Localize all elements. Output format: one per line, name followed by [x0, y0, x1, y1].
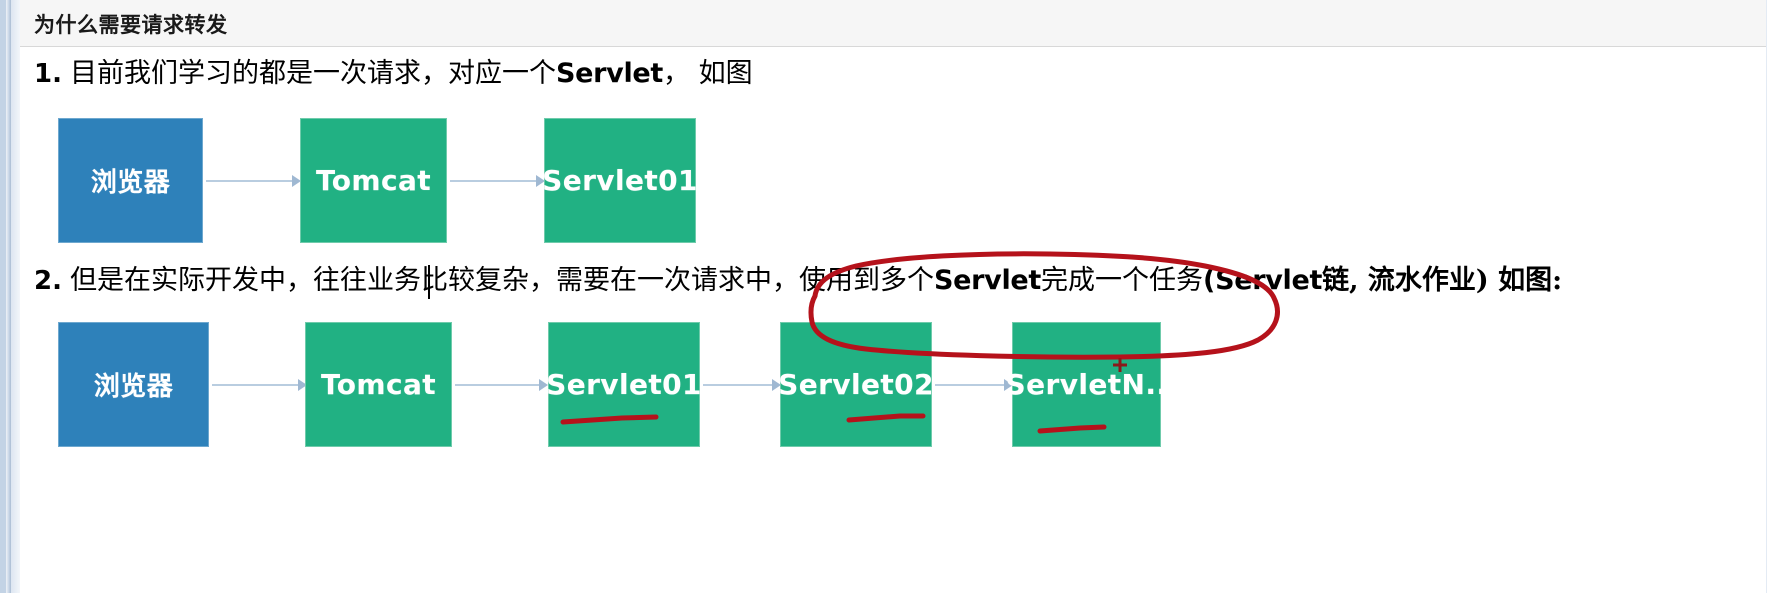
paragraph-2: 2. 但是在实际开发中，往往业务比较复杂，需要在一次请求中，使用到多个Servle…	[34, 265, 1563, 297]
node2-servlet01[interactable]: Servlet01	[546, 322, 702, 447]
node-browser[interactable]: 浏览器	[58, 118, 203, 243]
paragraph-2-text-b: 使用到多个	[798, 265, 934, 296]
diagram-servlet-chain-flow: 浏览器 Tomcat Servlet01 Servlet02 ServletN.…	[20, 312, 1766, 452]
paragraph-2-number: 2.	[34, 266, 62, 296]
node-tomcat[interactable]: Tomcat	[300, 118, 447, 243]
paragraph-2-text-g: 如图:	[1488, 265, 1563, 296]
node-servlet01[interactable]: Servlet01	[542, 118, 698, 243]
node-browser-label: 浏览器	[90, 168, 171, 198]
text-cursor-caret	[428, 265, 430, 299]
connector-tomcat-servlet01	[450, 180, 538, 182]
page-title: 为什么需要请求转发	[34, 13, 228, 37]
section-heading-bar: 为什么需要请求转发	[20, 0, 1766, 47]
paragraph-2-text-e: (Servlet	[1203, 265, 1323, 296]
node2-tomcat[interactable]: Tomcat	[305, 322, 452, 447]
node2-browser[interactable]: 浏览器	[58, 322, 209, 447]
node2-servlet02[interactable]: Servlet02	[778, 322, 934, 447]
paragraph-1: 1. 目前我们学习的都是一次请求，对应一个Servlet， 如图	[34, 58, 753, 90]
connector-browser-tomcat	[206, 180, 294, 182]
connector2-tomcat-servlet01	[455, 384, 541, 386]
window-left-inner-border	[11, 0, 20, 593]
paragraph-1-text-c: ， 如图	[663, 58, 753, 89]
paragraph-1-text-a: 目前我们学习的都是一次请求，对应一个	[69, 58, 556, 89]
paragraph-2-text-f: 链, 流水作业)	[1322, 265, 1489, 296]
node-servlet01-label: Servlet01	[542, 164, 698, 197]
node2-tomcat-label: Tomcat	[320, 368, 437, 401]
paragraph-2-text-d: 完成一个任务	[1041, 265, 1204, 296]
connector2-browser-tomcat	[212, 384, 300, 386]
node2-servletn[interactable]: ServletN..	[1006, 322, 1167, 447]
connector2-servlet02-servletn	[935, 384, 1007, 386]
node2-servlet01-label: Servlet01	[546, 368, 702, 401]
paragraph-2-text-c: Servlet	[933, 265, 1042, 296]
node2-browser-label: 浏览器	[93, 372, 174, 402]
connector2-servlet01-servlet02	[703, 384, 775, 386]
paragraph-2-text-a: 但是在实际开发中，往往业务比较复杂，需要在一次请求中，	[69, 265, 799, 296]
node2-servlet02-label: Servlet02	[778, 368, 934, 401]
diagram-single-servlet-flow: 浏览器 Tomcat Servlet01	[20, 108, 1766, 248]
paragraph-1-number: 1.	[34, 59, 62, 89]
document-content: 为什么需要请求转发 1. 目前我们学习的都是一次请求，对应一个Servlet， 如…	[20, 0, 1766, 593]
node-tomcat-label: Tomcat	[315, 164, 432, 197]
document-window: 为什么需要请求转发 1. 目前我们学习的都是一次请求，对应一个Servlet， 如…	[0, 0, 1767, 593]
node2-servletn-label: ServletN..	[1005, 368, 1168, 401]
paragraph-1-text-b: Servlet	[555, 58, 664, 89]
